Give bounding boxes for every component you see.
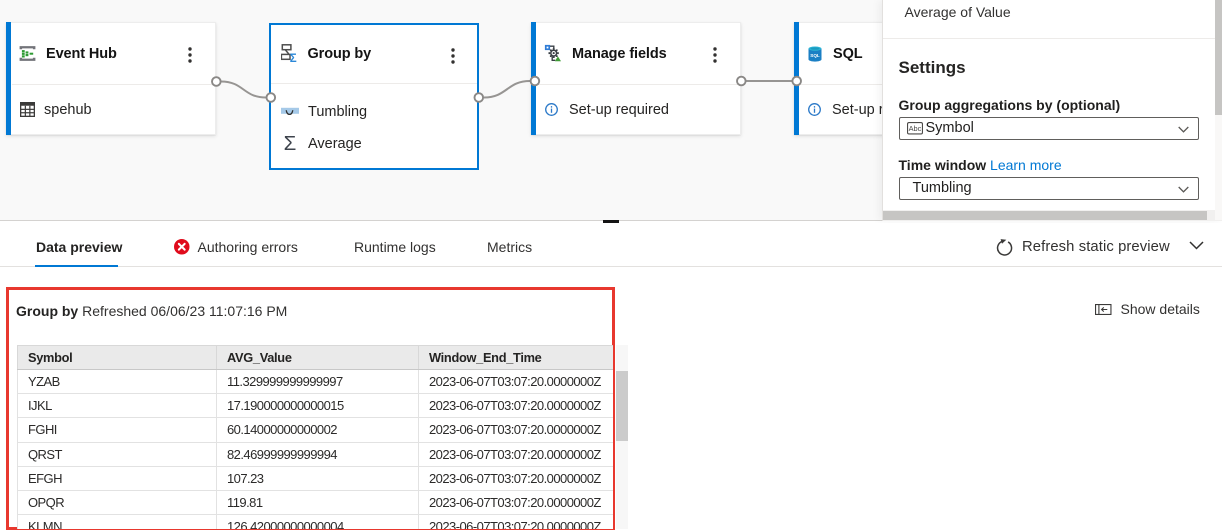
- svg-text:Abc: Abc: [908, 124, 921, 133]
